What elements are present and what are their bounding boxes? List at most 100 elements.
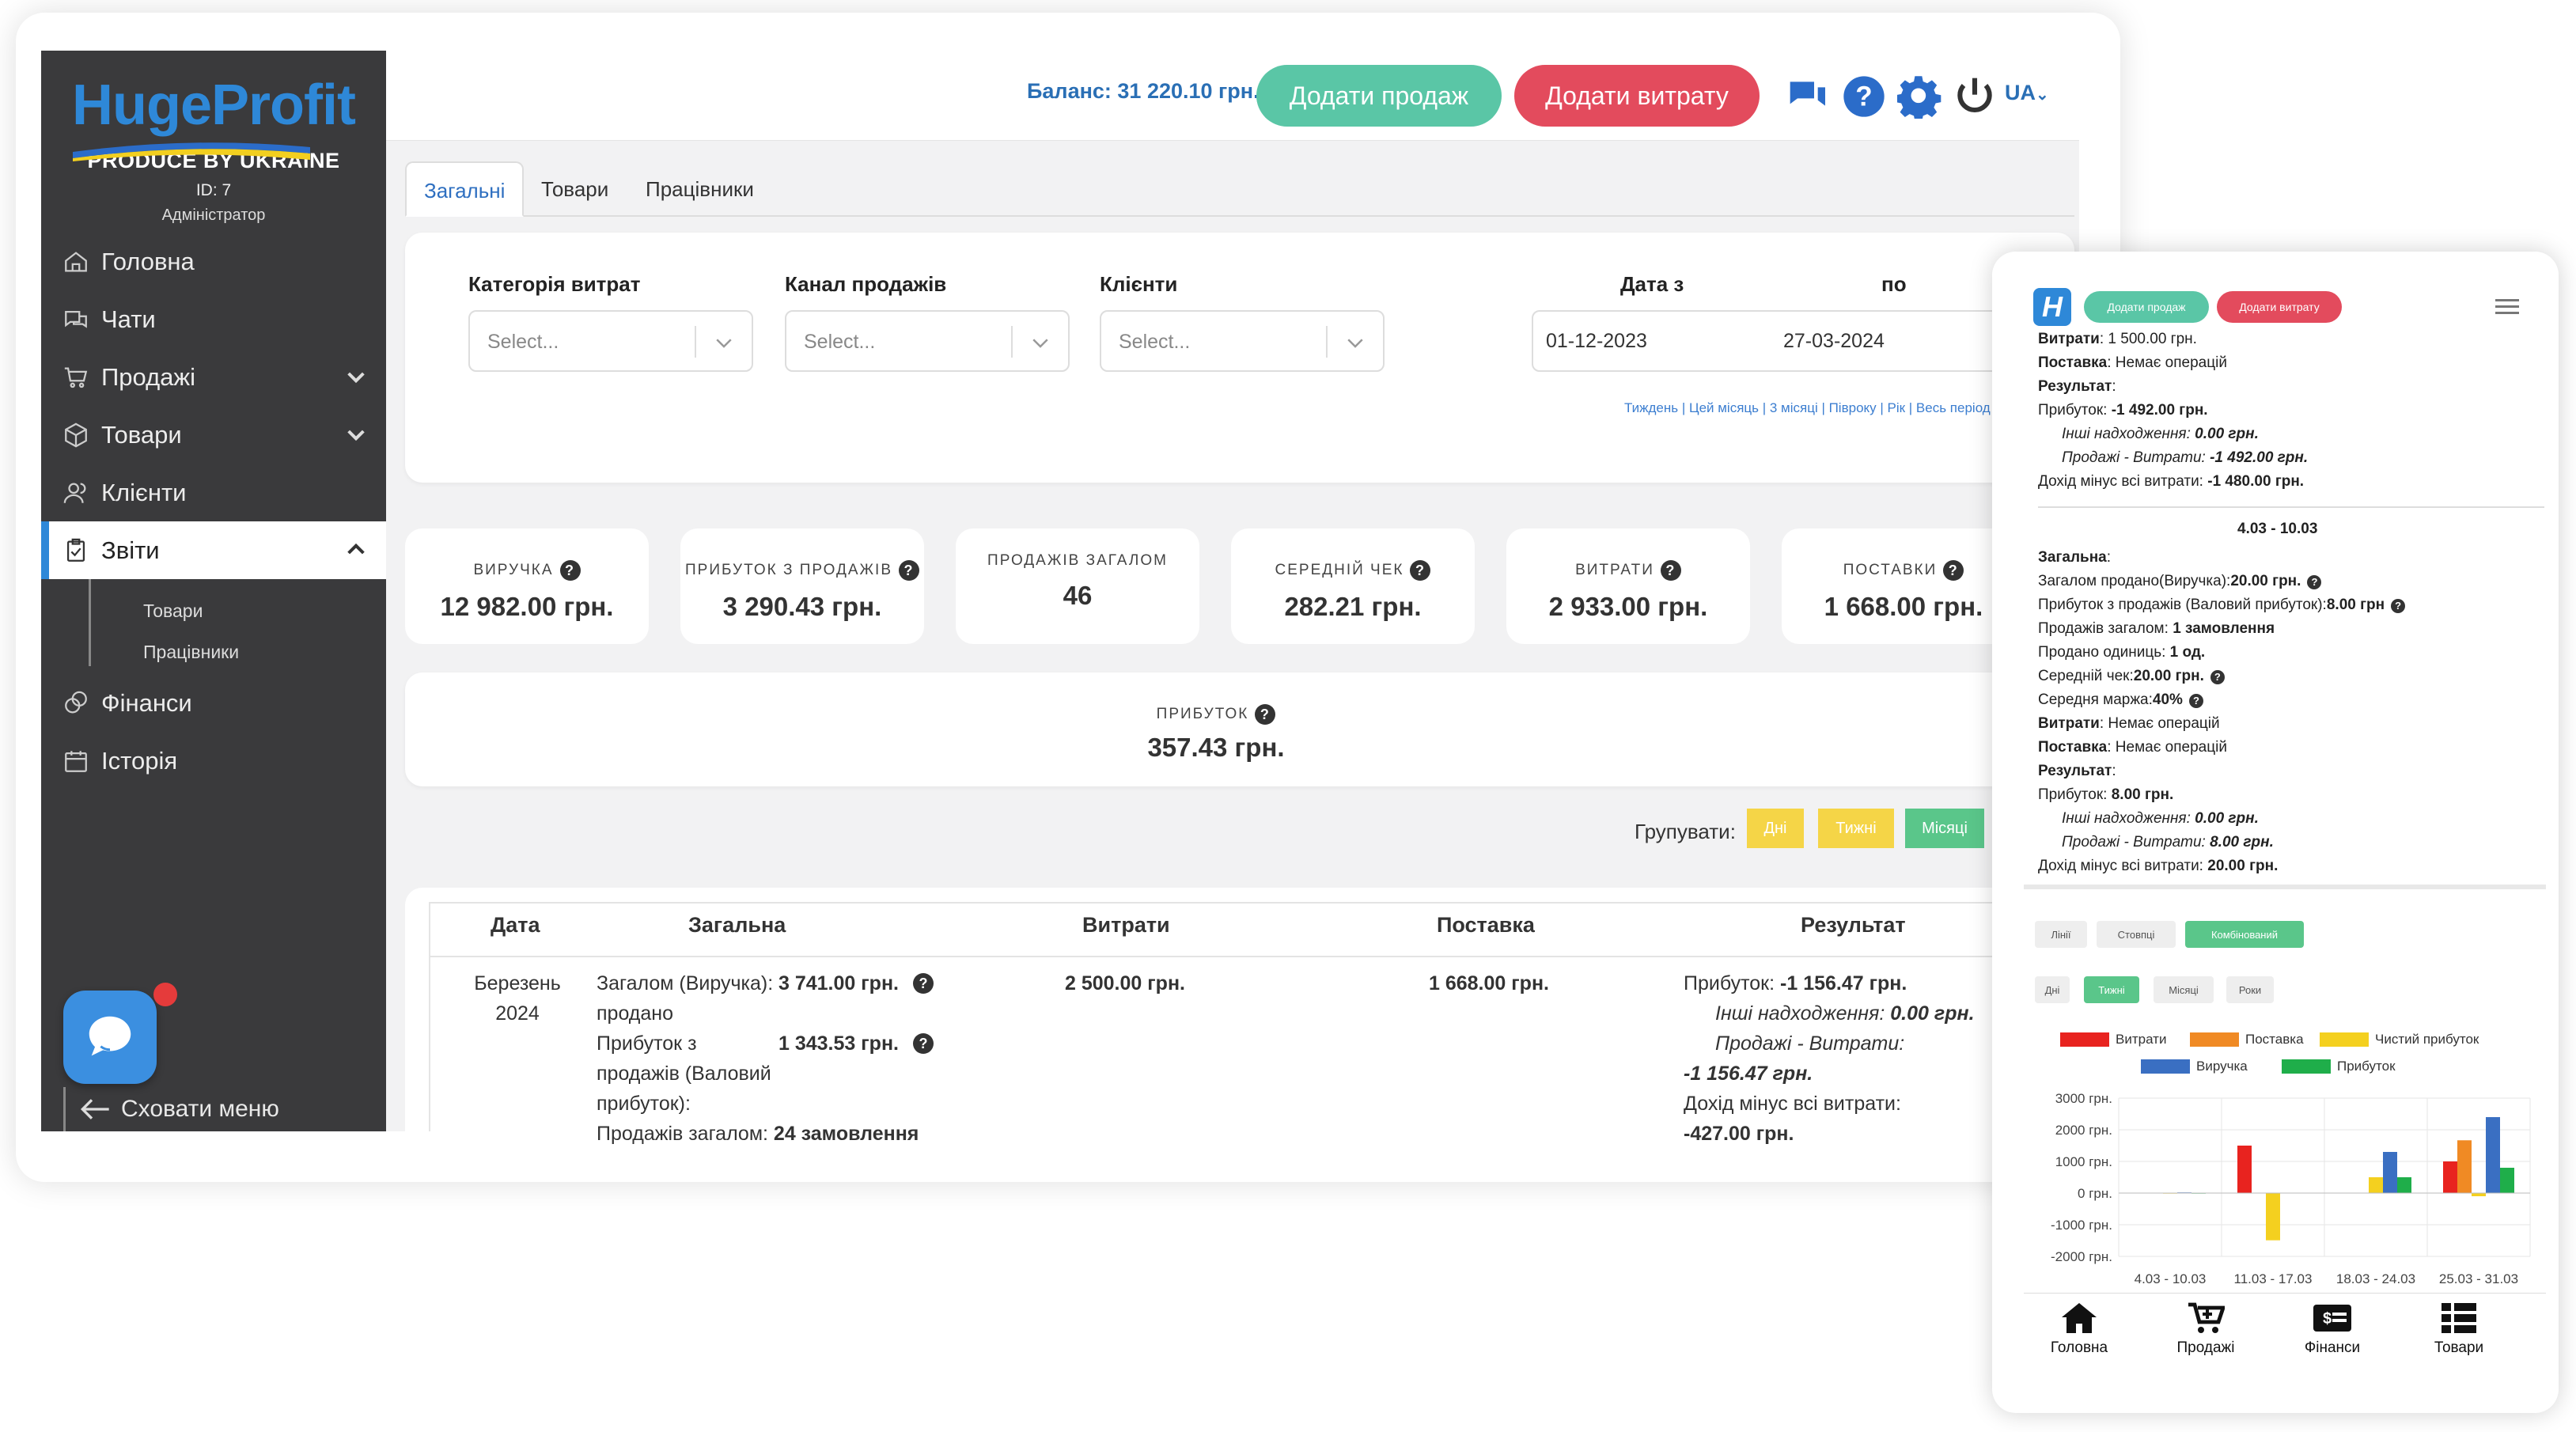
support-chat-button[interactable] [63, 991, 157, 1084]
row-general-sold-label: продано [597, 1002, 673, 1025]
hide-menu-label: Сховати меню [121, 1096, 279, 1122]
line-text: Продажі - Витрати: [2062, 449, 2210, 466]
help-icon[interactable]: ? [1943, 560, 1964, 581]
row-result-sales-minus-expenses-label: Продажі - Витрати: [1715, 1032, 1905, 1055]
language-select[interactable]: UA⌄ [2005, 81, 2049, 105]
legend-item-revenue[interactable]: Виручка [2141, 1059, 2248, 1074]
sidebar-item-finances[interactable]: Фінанси [41, 674, 386, 732]
line-text: : 1 500.00 грн. [2099, 331, 2197, 347]
power-icon[interactable] [1953, 74, 1997, 119]
chart-period-years-button[interactable]: Роки [2226, 976, 2274, 1003]
sidebar-item-sales[interactable]: Продажі [41, 348, 386, 406]
coins-icon [60, 688, 92, 719]
logo[interactable]: HugeProfit PRODUCE BY UKRAINE ID: 7 Адмі… [41, 70, 386, 225]
line-text: Продажів загалом: [2038, 620, 2173, 637]
table-top-border [429, 902, 2074, 904]
stat-label: ПРИБУТОК З ПРОДАЖІВ [684, 562, 893, 578]
mobile-report-line: Середня маржа:40%? [2038, 691, 2203, 709]
date-to-label: по [1881, 272, 1907, 296]
settings-gear-icon[interactable] [1897, 74, 1941, 119]
tab-employees[interactable]: Працівники [628, 161, 771, 217]
help-icon[interactable]: ? [1255, 704, 1276, 725]
legend-item-expenses[interactable]: Витрати [2060, 1032, 2166, 1047]
sidebar-item-chats[interactable]: Чати [41, 290, 386, 348]
line-text: Прибуток: [2038, 786, 2112, 803]
mobile-add-sale-button[interactable]: Додати продаж [2084, 291, 2209, 323]
legend-item-supply[interactable]: Поставка [2190, 1032, 2304, 1047]
help-icon[interactable]: ? [1660, 560, 1681, 581]
mobile-divider [2024, 885, 2546, 889]
help-icon[interactable]: ? [1410, 560, 1431, 581]
date-from-input[interactable]: 01-12-2023 [1532, 310, 1772, 372]
submenu-item-employees[interactable]: Працівники [143, 636, 386, 677]
help-icon[interactable]: ? [899, 560, 920, 581]
expense-category-select[interactable]: Select... [468, 310, 753, 372]
nav-label: Фінанси [2304, 1339, 2361, 1356]
line-heading: Результат [2038, 763, 2112, 779]
add-expense-button[interactable]: Додати витрату [1514, 65, 1760, 127]
help-icon[interactable]: ? [2391, 599, 2406, 613]
sidebar-item-label: Звіти [101, 536, 160, 564]
help-icon[interactable]: ? [2307, 575, 2322, 589]
legend-item-net-profit[interactable]: Чистий прибуток [2320, 1032, 2479, 1047]
add-sale-button[interactable]: Додати продаж [1256, 65, 1502, 127]
table-header-divider [429, 956, 2074, 957]
mobile-logo-icon[interactable]: H [2033, 288, 2071, 326]
chart-period-weeks-button[interactable]: Тижні [2084, 976, 2139, 1003]
table-header-expenses: Витрати [1082, 913, 1170, 937]
submenu-item-goods[interactable]: Товари [143, 595, 386, 636]
chart-type-lines-button[interactable]: Лінії [2035, 921, 2087, 948]
group-months-button[interactable]: Місяці [1905, 809, 1984, 848]
line-text: Середній чек: [2038, 668, 2134, 684]
line-text: : [2112, 378, 2116, 395]
date-quick-ranges[interactable]: Тиждень | Цей місяць | 3 місяці | Піврок… [1624, 400, 1991, 416]
chart-period-days-button[interactable]: Дні [2035, 976, 2070, 1003]
sidebar-nav: Головна Чати Продажі Товари Клієнти Звіт… [41, 233, 386, 790]
help-icon[interactable]: ? [913, 973, 934, 994]
group-days-button[interactable]: Дні [1747, 809, 1804, 848]
legend-item-profit[interactable]: Прибуток [2282, 1059, 2396, 1074]
clients-select[interactable]: Select... [1100, 310, 1385, 372]
main-content: Баланс: 31 220.10 грн. Додати продаж Дод… [386, 51, 2079, 1145]
chats-icon[interactable] [1786, 74, 1831, 119]
help-icon[interactable]: ? [559, 560, 581, 581]
line-heading: Результат [2038, 378, 2112, 395]
line-value: -1 480.00 грн. [2207, 473, 2305, 490]
bar-Чистий прибуток [2369, 1177, 2383, 1193]
balance: Баланс: 31 220.10 грн. [1027, 79, 1260, 103]
date-to-input[interactable]: 27-03-2024 [1771, 310, 2008, 372]
mobile-nav-goods[interactable]: Товари [2404, 1301, 2514, 1357]
chart-period-months-button[interactable]: Місяці [2154, 976, 2214, 1003]
row-year: 2024 [495, 1002, 540, 1025]
help-icon[interactable]: ? [1842, 74, 1886, 119]
chart-type-combined-button[interactable]: Комбінований [2185, 921, 2304, 948]
line-value: 20.00 грн. [2230, 573, 2301, 589]
help-icon[interactable]: ? [2210, 670, 2225, 684]
hide-menu-button[interactable]: Сховати меню [63, 1087, 380, 1131]
line-value: 1 замовлення [2173, 620, 2275, 637]
sidebar-item-goods[interactable]: Товари [41, 406, 386, 464]
mobile-report-line: Витрати: Немає операцій [2038, 715, 2220, 733]
mobile-nav-sales[interactable]: Продажі [2150, 1301, 2261, 1357]
mobile-nav-finances[interactable]: $ Фінанси [2277, 1301, 2388, 1357]
calendar-icon [60, 745, 92, 777]
sidebar-item-reports[interactable]: Звіти [41, 521, 386, 579]
mobile-add-expense-button[interactable]: Додати витрату [2217, 291, 2342, 323]
sidebar-item-history[interactable]: Історія [41, 732, 386, 790]
help-icon[interactable]: ? [913, 1033, 934, 1054]
menu-icon[interactable] [2495, 297, 2519, 316]
row-result-other-income: Інші надходження: 0.00 грн. [1715, 998, 1975, 1029]
sidebar-item-home[interactable]: Головна [41, 233, 386, 290]
bar-Виручка [2486, 1117, 2500, 1193]
mobile-nav-home[interactable]: Головна [2024, 1301, 2135, 1357]
tab-goods[interactable]: Товари [524, 161, 626, 217]
line-value: -1 492.00 грн. [2111, 402, 2208, 419]
line-text: : [2112, 763, 2116, 779]
group-weeks-button[interactable]: Тижні [1818, 809, 1894, 848]
chart-type-bars-button[interactable]: Стовпці [2097, 921, 2176, 948]
help-icon[interactable]: ? [2188, 694, 2203, 708]
mobile-report-line: Прибуток: -1 492.00 грн. [2038, 402, 2208, 419]
tab-general[interactable]: Загальні [405, 161, 525, 217]
sales-channel-select[interactable]: Select... [785, 310, 1070, 372]
sidebar-item-clients[interactable]: Клієнти [41, 464, 386, 521]
